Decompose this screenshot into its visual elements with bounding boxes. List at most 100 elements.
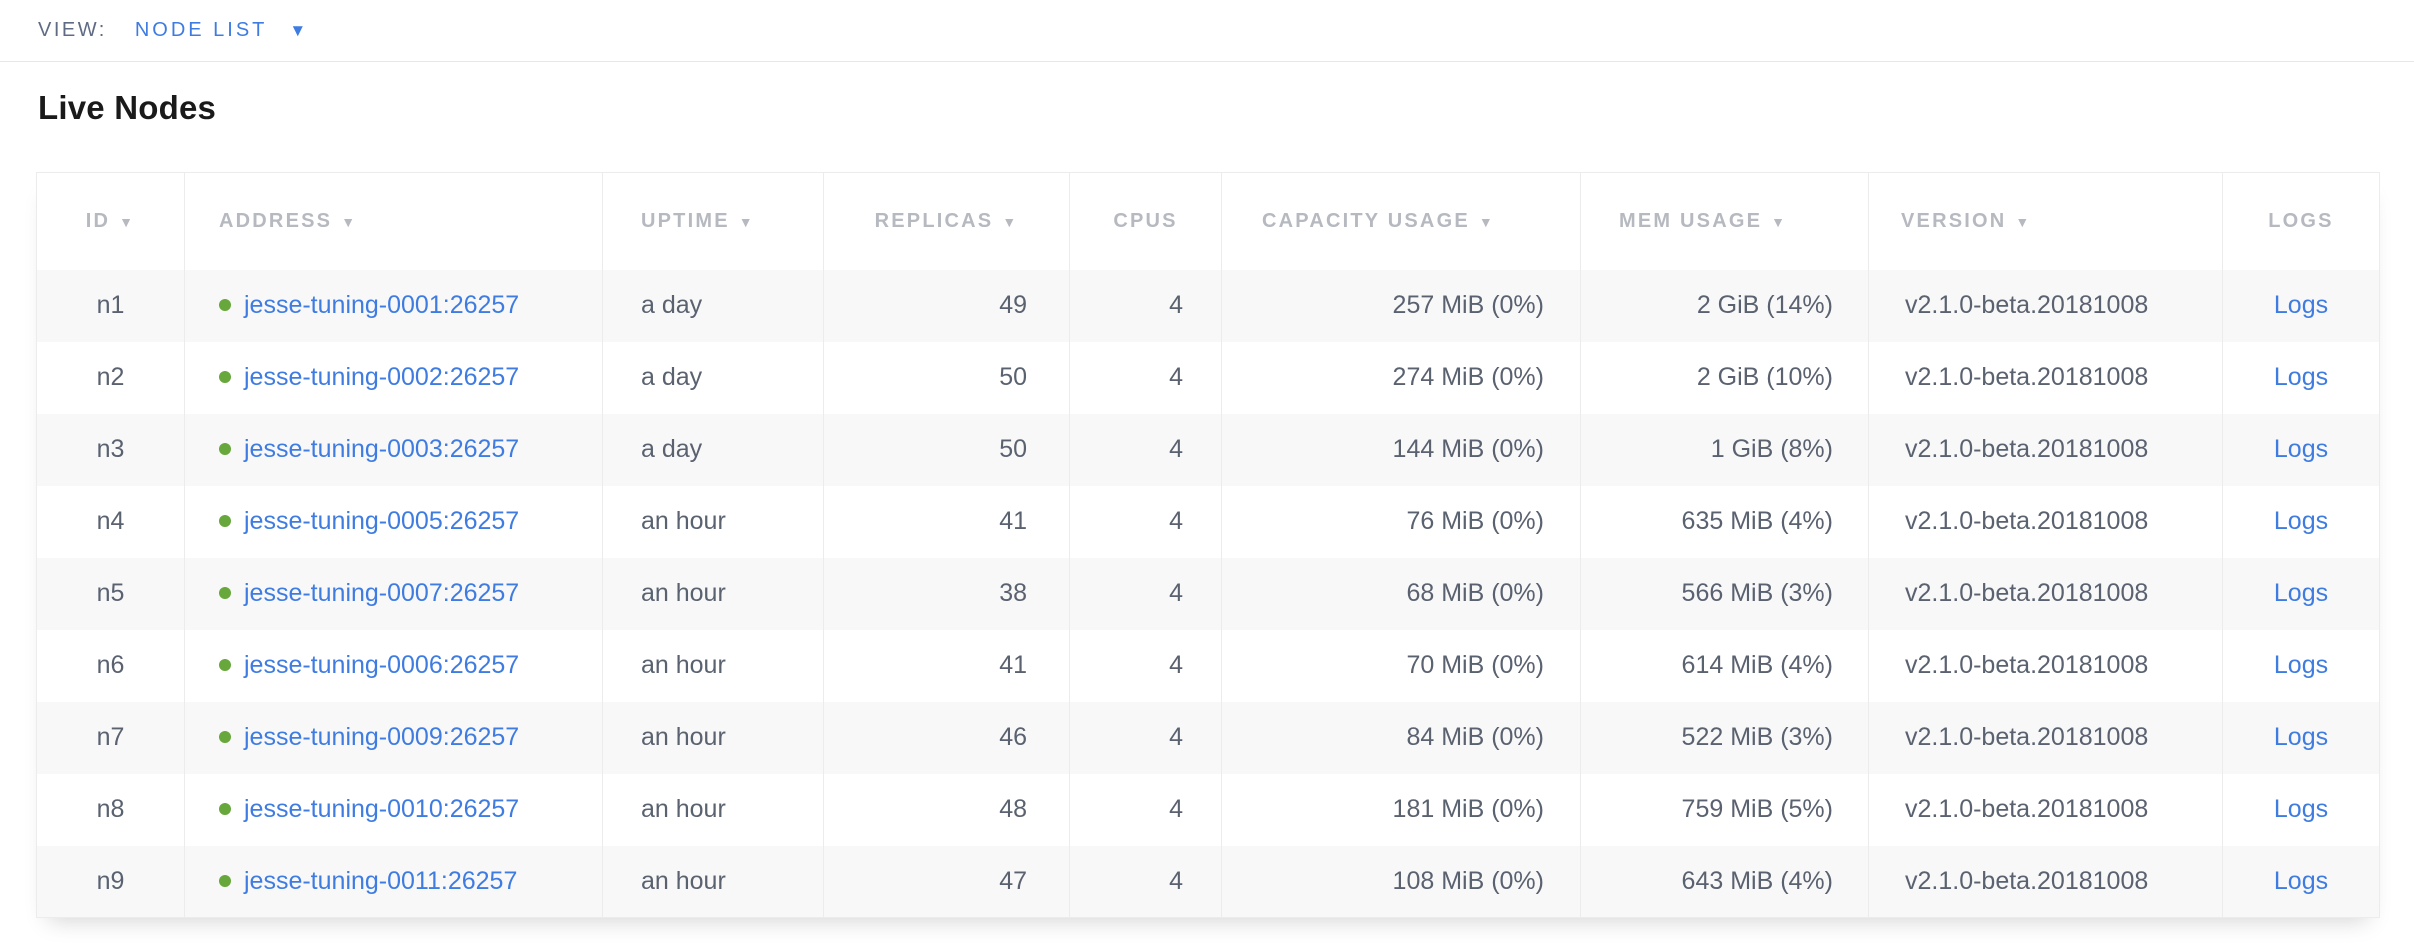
- cell-mem-usage: 2 GiB (14%): [1581, 270, 1869, 342]
- address-link[interactable]: jesse-tuning-0003:26257: [244, 435, 519, 463]
- cell-capacity-usage: 144 MiB (0%): [1222, 414, 1581, 486]
- cell-replicas: 47: [824, 846, 1070, 918]
- cell-capacity-usage: 68 MiB (0%): [1222, 558, 1581, 630]
- column-header[interactable]: ID▼: [37, 173, 185, 270]
- cell-version: v2.1.0-beta.20181008: [1869, 630, 2223, 702]
- column-header[interactable]: CAPACITY USAGE▼: [1222, 173, 1581, 270]
- logs-link[interactable]: Logs: [2274, 291, 2328, 319]
- logs-link[interactable]: Logs: [2274, 651, 2328, 679]
- cell-capacity-usage: 76 MiB (0%): [1222, 486, 1581, 558]
- logs-link[interactable]: Logs: [2274, 435, 2328, 463]
- column-header-label: ID: [86, 210, 110, 232]
- cell-node-id: n2: [37, 342, 185, 414]
- cell-logs: Logs: [2223, 846, 2380, 918]
- cell-uptime: a day: [603, 414, 824, 486]
- cell-cpus: 4: [1070, 342, 1222, 414]
- column-header: CPUS: [1070, 173, 1222, 270]
- cell-address: jesse-tuning-0009:26257: [185, 702, 603, 774]
- address-link[interactable]: jesse-tuning-0007:26257: [244, 579, 519, 607]
- column-header: LOGS: [2223, 173, 2380, 270]
- cell-replicas: 46: [824, 702, 1070, 774]
- cell-capacity-usage: 108 MiB (0%): [1222, 846, 1581, 918]
- cell-replicas: 41: [824, 486, 1070, 558]
- sort-desc-icon: ▼: [1771, 214, 1787, 230]
- column-header[interactable]: UPTIME ▼: [603, 173, 824, 270]
- cell-address: jesse-tuning-0010:26257: [185, 774, 603, 846]
- node-live-status-dot-icon: [219, 731, 231, 743]
- cell-address: jesse-tuning-0006:26257: [185, 630, 603, 702]
- cell-cpus: 4: [1070, 630, 1222, 702]
- node-live-status-dot-icon: [219, 659, 231, 671]
- cell-version: v2.1.0-beta.20181008: [1869, 558, 2223, 630]
- node-live-status-dot-icon: [219, 515, 231, 527]
- node-table-row: n7 jesse-tuning-0009:26257 an hour 46 4 …: [37, 702, 2380, 774]
- cell-uptime: an hour: [603, 774, 824, 846]
- cell-mem-usage: 643 MiB (4%): [1581, 846, 1869, 918]
- nodes-table-body: n1 jesse-tuning-0001:26257 a day 49 4 25…: [37, 270, 2380, 918]
- cell-address: jesse-tuning-0001:26257: [185, 270, 603, 342]
- address-link[interactable]: jesse-tuning-0011:26257: [244, 867, 517, 895]
- cell-capacity-usage: 274 MiB (0%): [1222, 342, 1581, 414]
- cell-capacity-usage: 181 MiB (0%): [1222, 774, 1581, 846]
- logs-link[interactable]: Logs: [2274, 363, 2328, 391]
- address-link[interactable]: jesse-tuning-0002:26257: [244, 363, 519, 391]
- logs-link[interactable]: Logs: [2274, 507, 2328, 535]
- cell-uptime: an hour: [603, 630, 824, 702]
- cell-address: jesse-tuning-0011:26257: [185, 846, 603, 918]
- table-header-row: ID▼ ADDRESS▼ UPTIME▼ REPLICAS▼ CPUS CAPA…: [37, 173, 2380, 270]
- cell-uptime: a day: [603, 270, 824, 342]
- logs-link[interactable]: Logs: [2274, 723, 2328, 751]
- cell-version: v2.1.0-beta.20181008: [1869, 774, 2223, 846]
- logs-link[interactable]: Logs: [2274, 795, 2328, 823]
- column-header[interactable]: REPLICAS▼: [824, 173, 1070, 270]
- cell-version: v2.1.0-beta.20181008: [1869, 846, 2223, 918]
- address-link[interactable]: jesse-tuning-0009:26257: [244, 723, 519, 751]
- cell-logs: Logs: [2223, 558, 2380, 630]
- cell-node-id: n9: [37, 846, 185, 918]
- node-live-status-dot-icon: [219, 587, 231, 599]
- cell-node-id: n1: [37, 270, 185, 342]
- cell-logs: Logs: [2223, 774, 2380, 846]
- cell-mem-usage: 522 MiB (3%): [1581, 702, 1869, 774]
- column-header[interactable]: MEM USAGE▼: [1581, 173, 1869, 270]
- node-live-status-dot-icon: [219, 299, 231, 311]
- column-header-label: CAPACITY USAGE: [1262, 210, 1470, 232]
- cell-cpus: 4: [1070, 846, 1222, 918]
- cell-node-id: n3: [37, 414, 185, 486]
- cell-logs: Logs: [2223, 342, 2380, 414]
- cell-uptime: an hour: [603, 702, 824, 774]
- logs-link[interactable]: Logs: [2274, 867, 2328, 895]
- cell-address: jesse-tuning-0003:26257: [185, 414, 603, 486]
- address-link[interactable]: jesse-tuning-0010:26257: [244, 795, 519, 823]
- cell-cpus: 4: [1070, 270, 1222, 342]
- cell-cpus: 4: [1070, 702, 1222, 774]
- cell-uptime: an hour: [603, 486, 824, 558]
- cell-node-id: n4: [37, 486, 185, 558]
- cell-address: jesse-tuning-0002:26257: [185, 342, 603, 414]
- address-link[interactable]: jesse-tuning-0001:26257: [244, 291, 519, 319]
- cell-version: v2.1.0-beta.20181008: [1869, 702, 2223, 774]
- view-bar: VIEW: NODE LIST ▼: [0, 0, 2414, 62]
- cell-replicas: 49: [824, 270, 1070, 342]
- column-header[interactable]: VERSION▼: [1869, 173, 2223, 270]
- cell-mem-usage: 614 MiB (4%): [1581, 630, 1869, 702]
- cell-capacity-usage: 257 MiB (0%): [1222, 270, 1581, 342]
- sort-desc-icon: ▼: [341, 214, 357, 230]
- node-live-status-dot-icon: [219, 443, 231, 455]
- column-header-label: UPTIME: [641, 210, 730, 232]
- logs-link[interactable]: Logs: [2274, 579, 2328, 607]
- node-table-row: n6 jesse-tuning-0006:26257 an hour 41 4 …: [37, 630, 2380, 702]
- sort-desc-icon: ▼: [739, 214, 755, 230]
- node-table-row: n4 jesse-tuning-0005:26257 an hour 41 4 …: [37, 486, 2380, 558]
- column-header-label: ADDRESS: [219, 210, 332, 232]
- view-selector-dropdown[interactable]: NODE LIST ▼: [135, 19, 306, 42]
- node-table-row: n8 jesse-tuning-0010:26257 an hour 48 4 …: [37, 774, 2380, 846]
- cell-mem-usage: 2 GiB (10%): [1581, 342, 1869, 414]
- column-header[interactable]: ADDRESS ▼: [185, 173, 603, 270]
- address-link[interactable]: jesse-tuning-0006:26257: [244, 651, 519, 679]
- column-header-label: REPLICAS: [875, 210, 994, 232]
- live-nodes-table: ID▼ ADDRESS▼ UPTIME▼ REPLICAS▼ CPUS CAPA…: [36, 172, 2380, 918]
- address-link[interactable]: jesse-tuning-0005:26257: [244, 507, 519, 535]
- column-header-label: VERSION: [1901, 210, 2006, 232]
- column-header-label: LOGS: [2268, 210, 2333, 232]
